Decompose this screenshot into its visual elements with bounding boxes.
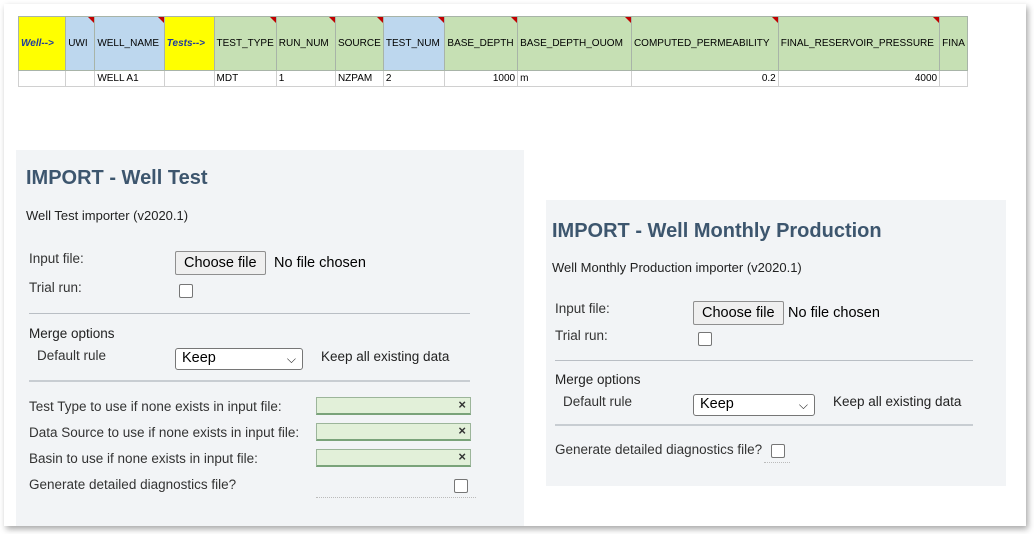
- divider: [764, 462, 790, 463]
- default-rule-description: Keep all existing data: [833, 394, 962, 409]
- chevron-down-icon: ⌵: [286, 352, 296, 366]
- column-header[interactable]: FINAL_RESERVOIR_PRESSURE: [777, 16, 941, 71]
- column-header[interactable]: FINA: [939, 16, 968, 71]
- table-cell[interactable]: [65, 70, 96, 87]
- column-header[interactable]: BASE_DEPTH: [444, 16, 519, 71]
- spreadsheet-table: Well--> UWI WELL_NAME Tests--> TEST_TYPE…: [18, 16, 968, 87]
- column-header[interactable]: WELL_NAME: [94, 16, 165, 71]
- basin-input[interactable]: ×: [316, 449, 471, 467]
- no-file-text: No file chosen: [788, 305, 880, 321]
- clear-icon[interactable]: ×: [458, 397, 466, 412]
- test-type-label: Test Type to use if none exists in input…: [29, 399, 282, 414]
- choose-file-button[interactable]: Choose file: [693, 301, 784, 325]
- table-cell[interactable]: 1: [275, 70, 336, 87]
- default-rule-description: Keep all existing data: [321, 349, 450, 364]
- merge-options-label: Merge options: [555, 372, 641, 387]
- chevron-down-icon: ⌵: [798, 398, 808, 412]
- table-cell[interactable]: m: [517, 70, 632, 87]
- column-header[interactable]: TEST_TYPE: [213, 16, 277, 71]
- importer-version: Well Monthly Production importer (v2020.…: [552, 260, 802, 275]
- table-cell[interactable]: 4000: [777, 70, 941, 87]
- choose-file-button[interactable]: Choose file: [175, 251, 266, 275]
- diagnostics-label: Generate detailed diagnostics file?: [555, 442, 763, 457]
- basin-label: Basin to use if none exists in input fil…: [29, 451, 258, 466]
- clear-icon[interactable]: ×: [458, 423, 466, 438]
- table-cell[interactable]: [163, 70, 215, 87]
- trial-run-checkbox[interactable]: [698, 332, 712, 346]
- merge-options-label: Merge options: [29, 326, 115, 341]
- default-rule-select[interactable]: Keep ⌵: [175, 348, 303, 370]
- input-file-label: Input file:: [29, 251, 84, 266]
- default-rule-label: Default rule: [563, 394, 633, 409]
- diagnostics-label: Generate detailed diagnostics file?: [29, 477, 237, 492]
- column-header[interactable]: Well-->: [18, 16, 67, 71]
- column-header[interactable]: RUN_NUM: [275, 16, 336, 71]
- table-cell[interactable]: NZPAM: [334, 70, 384, 87]
- default-rule-select[interactable]: Keep ⌵: [693, 394, 815, 416]
- table-cell[interactable]: WELL A1: [94, 70, 165, 87]
- column-header[interactable]: TEST_NUM: [382, 16, 446, 71]
- page-title: IMPORT - Well Monthly Production: [552, 220, 882, 242]
- default-rule-label: Default rule: [37, 348, 107, 363]
- table-cell[interactable]: 1000: [444, 70, 519, 87]
- divider: [555, 360, 973, 361]
- divider: [29, 380, 470, 382]
- data-source-input[interactable]: ×: [316, 423, 471, 441]
- no-file-text: No file chosen: [274, 255, 366, 271]
- table-cell[interactable]: MDT: [213, 70, 277, 87]
- table-cell[interactable]: 0.2: [630, 70, 779, 87]
- divider: [316, 497, 476, 498]
- divider: [555, 424, 973, 426]
- input-file-label: Input file:: [555, 301, 610, 316]
- column-header[interactable]: Tests-->: [163, 16, 215, 71]
- table-cell[interactable]: 2: [382, 70, 446, 87]
- trial-run-label: Trial run:: [555, 328, 608, 343]
- well-test-import-panel: IMPORT - Well Test Well Test importer (v…: [16, 150, 524, 526]
- diagnostics-checkbox[interactable]: [771, 444, 785, 458]
- clear-icon[interactable]: ×: [458, 449, 466, 464]
- diagnostics-checkbox[interactable]: [454, 479, 468, 493]
- test-type-input[interactable]: ×: [316, 397, 471, 415]
- page-title: IMPORT - Well Test: [26, 167, 208, 189]
- divider: [29, 313, 470, 314]
- table-cell[interactable]: [939, 70, 968, 87]
- column-header[interactable]: UWI: [65, 16, 96, 71]
- column-header[interactable]: BASE_DEPTH_OUOM: [517, 16, 632, 71]
- default-rule-value: Keep: [700, 396, 734, 412]
- monthly-production-import-panel: IMPORT - Well Monthly Production Well Mo…: [546, 200, 1006, 486]
- spreadsheet: Well--> UWI WELL_NAME Tests--> TEST_TYPE…: [18, 16, 968, 90]
- header-row: Well--> UWI WELL_NAME Tests--> TEST_TYPE…: [18, 16, 968, 71]
- default-rule-value: Keep: [182, 350, 216, 366]
- table-row: WELL A1 MDT 1 NZPAM 2 1000 m 0.2 4000: [18, 70, 968, 87]
- trial-run-checkbox[interactable]: [179, 284, 193, 298]
- trial-run-label: Trial run:: [29, 280, 82, 295]
- table-cell[interactable]: [18, 70, 67, 87]
- column-header[interactable]: COMPUTED_PERMEABILITY: [630, 16, 779, 71]
- importer-version: Well Test importer (v2020.1): [26, 208, 189, 223]
- data-source-label: Data Source to use if none exists in inp…: [29, 425, 300, 440]
- column-header[interactable]: SOURCE: [334, 16, 384, 71]
